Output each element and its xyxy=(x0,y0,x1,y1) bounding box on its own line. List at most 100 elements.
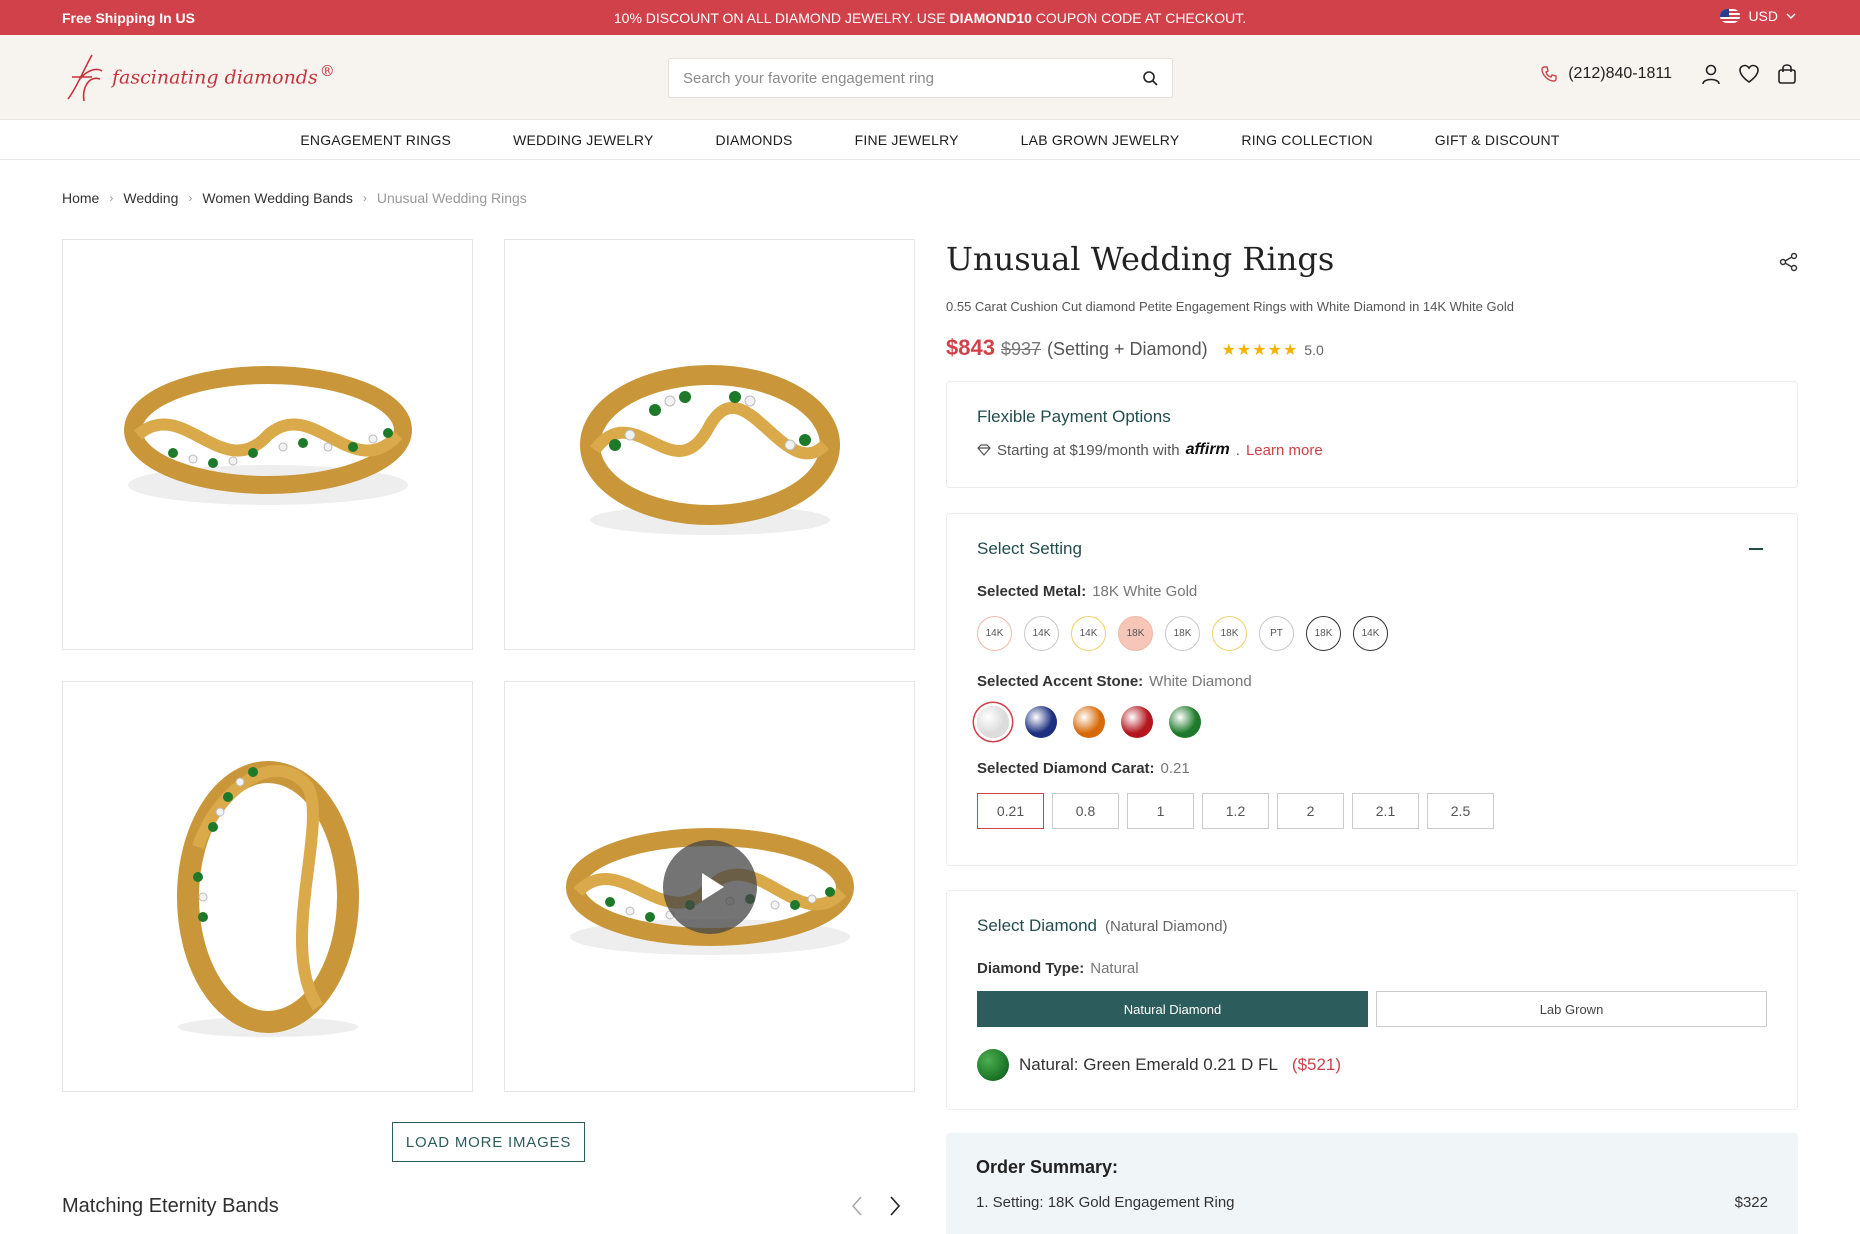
chevron-right-icon[interactable] xyxy=(888,1195,902,1217)
chevron-left-icon[interactable] xyxy=(850,1195,864,1217)
metal-option[interactable]: 14K xyxy=(1024,616,1059,651)
rating-value: 5.0 xyxy=(1304,342,1324,358)
metal-option[interactable]: PT xyxy=(1259,616,1294,651)
carat-option[interactable]: 1 xyxy=(1127,793,1194,829)
diamond-type-value: Natural xyxy=(1090,960,1139,977)
wishlist-heart-icon[interactable] xyxy=(1738,63,1760,85)
product-image-2[interactable] xyxy=(504,239,915,650)
chevron-right-icon: › xyxy=(188,191,193,205)
metal-option[interactable]: 14K xyxy=(1353,616,1388,651)
select-diamond-title: Select Diamond xyxy=(977,916,1098,935)
currency-label: USD xyxy=(1748,8,1778,24)
collapse-minus-icon[interactable] xyxy=(1749,548,1763,550)
logo-mark-icon xyxy=(67,54,103,102)
accent-stone-emerald[interactable] xyxy=(1169,706,1201,738)
accent-stone-white-diamond[interactable] xyxy=(977,706,1009,738)
product-title: Unusual Wedding Rings xyxy=(946,240,1335,278)
metal-option[interactable]: 18K xyxy=(1212,616,1247,651)
breadcrumb: Home › Wedding › Women Wedding Bands › U… xyxy=(62,190,527,206)
affirm-logo: affirm xyxy=(1185,441,1230,458)
natural-diamond-button[interactable]: Natural Diamond xyxy=(977,991,1368,1027)
price-note: (Setting + Diamond) xyxy=(1047,339,1208,359)
ring-image-angle-1 xyxy=(123,365,412,505)
select-setting-card: Select Setting Selected Metal: 18K White … xyxy=(946,513,1798,866)
select-diamond-card: Select Diamond (Natural Diamond) Diamond… xyxy=(946,890,1798,1110)
nav-wedding-jewelry[interactable]: WEDDING JEWELRY xyxy=(482,132,684,148)
metal-options: 14K 14K 14K 18K 18K 18K PT 18K 14K xyxy=(977,616,1767,651)
gem-text: Natural: Green Emerald 0.21 D FL xyxy=(1019,1055,1278,1074)
lab-grown-button[interactable]: Lab Grown xyxy=(1376,991,1767,1027)
metal-option[interactable]: 18K xyxy=(1165,616,1200,651)
search-icon[interactable] xyxy=(1142,70,1158,86)
accent-value: White Diamond xyxy=(1149,673,1252,690)
carat-option[interactable]: 1.2 xyxy=(1202,793,1269,829)
search-input[interactable] xyxy=(683,69,1142,87)
metal-value: 18K White Gold xyxy=(1092,583,1198,600)
order-summary: Order Summary: 1. Setting: 18K Gold Enga… xyxy=(946,1133,1798,1234)
nav-ring-collection[interactable]: RING COLLECTION xyxy=(1210,132,1403,148)
payment-title: Flexible Payment Options xyxy=(977,407,1171,426)
carat-option[interactable]: 2 xyxy=(1277,793,1344,829)
metal-label: Selected Metal: 18K White Gold xyxy=(977,583,1198,600)
accent-stone-ruby[interactable] xyxy=(1121,706,1153,738)
payment-line: Starting at $199/month with affirm. Lear… xyxy=(977,441,1767,459)
product-video[interactable] xyxy=(504,681,915,1092)
select-setting-title[interactable]: Select Setting xyxy=(977,539,1767,559)
load-more-images-button[interactable]: LOAD MORE IMAGES xyxy=(392,1122,585,1162)
promo-text: 10% DISCOUNT ON ALL DIAMOND JEWELRY. USE… xyxy=(0,10,1860,26)
promo-bar: Free Shipping In US 10% DISCOUNT ON ALL … xyxy=(0,0,1860,35)
account-icon[interactable] xyxy=(1700,63,1722,85)
product-subtitle: 0.55 Carat Cushion Cut diamond Petite En… xyxy=(946,299,1514,314)
diamond-title-row: Select Diamond (Natural Diamond) xyxy=(977,916,1767,936)
product-image-3[interactable] xyxy=(62,681,473,1092)
promo-code: DIAMOND10 xyxy=(949,10,1032,26)
phone-link[interactable]: (212)840-1811 xyxy=(1540,65,1672,83)
cart-bag-icon[interactable] xyxy=(1776,63,1798,85)
price-row: $843 $937 (Setting + Diamond) ★★★★★ 5.0 xyxy=(946,335,1324,361)
accent-stone-orange-sapphire[interactable] xyxy=(1073,706,1105,738)
carat-option[interactable]: 0.8 xyxy=(1052,793,1119,829)
carat-option[interactable]: 0.21 xyxy=(977,793,1044,829)
site-header: fascinating diamonds® (212)840-1811 xyxy=(0,35,1860,120)
play-video-button[interactable] xyxy=(662,839,757,934)
breadcrumb-home[interactable]: Home xyxy=(62,190,99,206)
metal-option[interactable]: 18K xyxy=(1306,616,1341,651)
carat-option[interactable]: 2.1 xyxy=(1352,793,1419,829)
carat-label: Selected Diamond Carat: 0.21 xyxy=(977,760,1190,777)
learn-more-link[interactable]: Learn more xyxy=(1246,442,1323,459)
logo-text: fascinating diamonds ® xyxy=(112,61,335,89)
accent-stone-blue-sapphire[interactable] xyxy=(1025,706,1057,738)
diamond-type-options: Natural Diamond Lab Grown xyxy=(977,991,1767,1027)
chevron-down-icon xyxy=(1786,13,1796,19)
accent-label: Selected Accent Stone: White Diamond xyxy=(977,673,1252,690)
payment-options-card: Flexible Payment Options Starting at $19… xyxy=(946,381,1798,488)
nav-diamonds[interactable]: DIAMONDS xyxy=(685,132,824,148)
nav-fine-jewelry[interactable]: FINE JEWELRY xyxy=(824,132,990,148)
current-price: $843 xyxy=(946,335,995,360)
chevron-right-icon: › xyxy=(109,191,114,205)
diamond-icon xyxy=(977,444,991,456)
breadcrumb-women-wedding-bands[interactable]: Women Wedding Bands xyxy=(202,190,352,206)
rating-stars-icon: ★★★★★ xyxy=(1221,342,1299,359)
metal-option[interactable]: 14K xyxy=(1071,616,1106,651)
carat-options: 0.21 0.8 1 1.2 2 2.1 2.5 xyxy=(977,793,1767,829)
accent-stone-options xyxy=(977,706,1767,738)
nav-gift-discount[interactable]: GIFT & DISCOUNT xyxy=(1404,132,1591,148)
nav-lab-grown-jewelry[interactable]: LAB GROWN JEWELRY xyxy=(990,132,1211,148)
search-bar xyxy=(668,58,1173,98)
summary-line-1: 1. Setting: 18K Gold Engagement Ring $32… xyxy=(976,1194,1768,1211)
nav-engagement-rings[interactable]: ENGAGEMENT RINGS xyxy=(269,132,482,148)
logo[interactable]: fascinating diamonds ® xyxy=(62,49,335,105)
breadcrumb-wedding[interactable]: Wedding xyxy=(123,190,178,206)
carat-option[interactable]: 2.5 xyxy=(1427,793,1494,829)
diamond-title-note: (Natural Diamond) xyxy=(1105,918,1228,935)
product-image-1[interactable] xyxy=(62,239,473,650)
main-nav: ENGAGEMENT RINGS WEDDING JEWELRY DIAMOND… xyxy=(0,120,1860,160)
share-icon[interactable] xyxy=(1779,252,1799,272)
emerald-gem-icon xyxy=(977,1049,1009,1081)
currency-selector[interactable]: USD xyxy=(1720,8,1796,24)
metal-option[interactable]: 18K xyxy=(1118,616,1153,651)
header-actions: (212)840-1811 xyxy=(1540,63,1798,85)
diamond-type-label: Diamond Type: Natural xyxy=(977,960,1139,977)
metal-option[interactable]: 14K xyxy=(977,616,1012,651)
